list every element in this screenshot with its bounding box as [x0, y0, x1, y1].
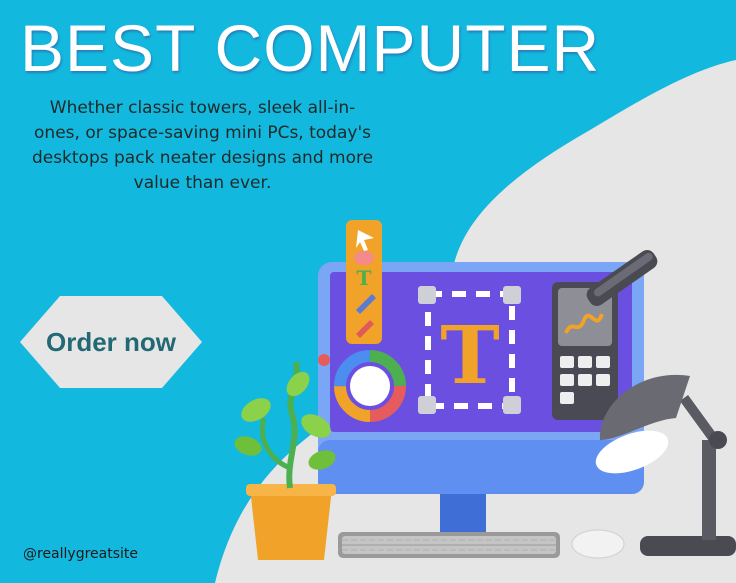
svg-text:T: T: [357, 266, 372, 290]
keyboard-icon: [338, 532, 560, 558]
computer-illustration: T T: [234, 220, 736, 560]
tablet-panel-icon: [552, 282, 618, 420]
text-tool-glyph: T: [440, 308, 500, 402]
poster: BEST COMPUTER Whether classic towers, sl…: [0, 0, 736, 583]
website-handle: @reallygreatsite: [23, 546, 139, 562]
mouse-icon: [571, 529, 625, 559]
monitor-stand-icon: [440, 490, 486, 532]
tool-palette-icon: T: [346, 220, 382, 344]
